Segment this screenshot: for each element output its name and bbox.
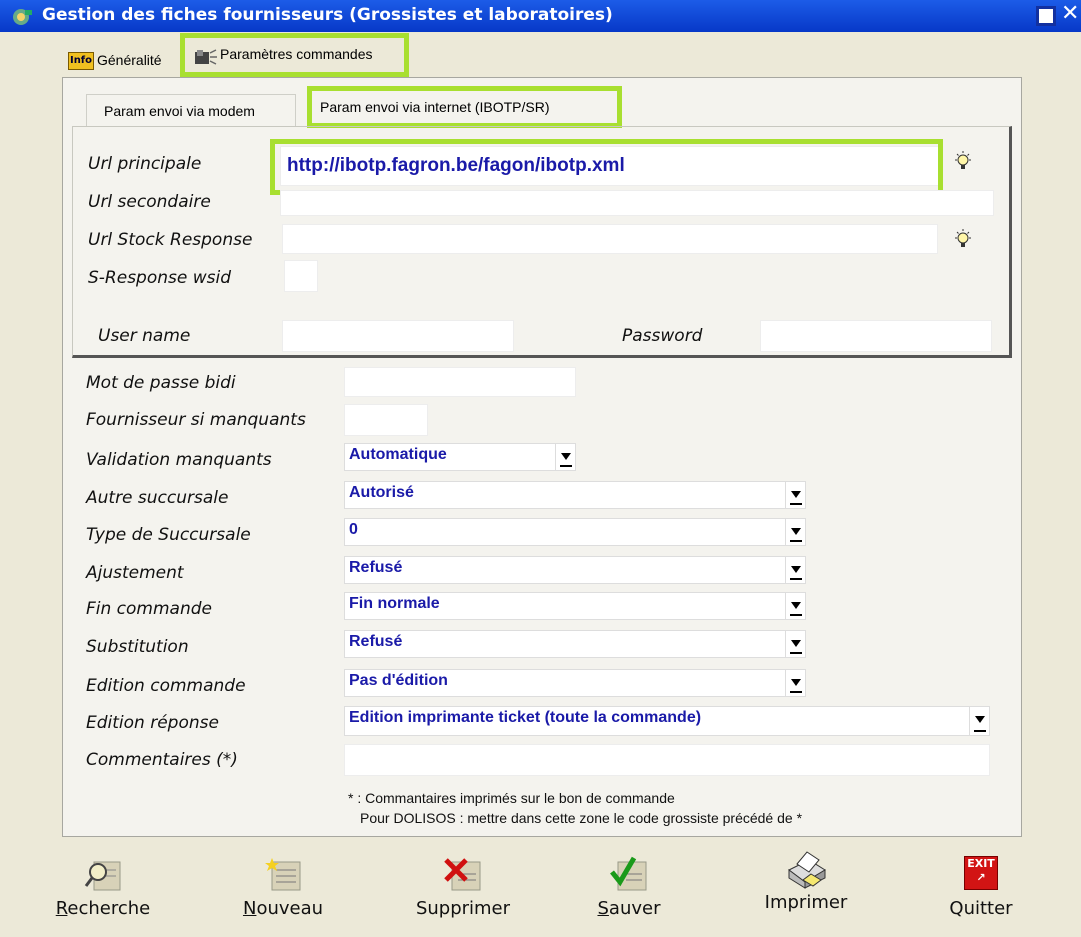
url-stock-label: Url Stock Response bbox=[88, 230, 253, 250]
fin-value: Fin normale bbox=[349, 595, 440, 612]
quitter-button[interactable]: EXIT ↗ Quitter bbox=[918, 856, 1044, 926]
autre-label: Autre succursale bbox=[86, 488, 229, 508]
mot-de-passe-input[interactable] bbox=[344, 367, 576, 397]
app-icon bbox=[10, 7, 34, 27]
exit-icon: EXIT ↗ bbox=[964, 856, 998, 890]
password-input[interactable] bbox=[760, 320, 992, 352]
nouveau-label: Nouveau bbox=[242, 898, 324, 919]
recherche-button[interactable]: Recherche bbox=[40, 856, 166, 926]
chevron-down-icon[interactable] bbox=[785, 593, 805, 619]
ajustement-select[interactable]: Refusé bbox=[344, 556, 806, 584]
window-title: Gestion des fiches fournisseurs (Grossis… bbox=[42, 5, 613, 25]
autre-value: Autorisé bbox=[349, 484, 414, 501]
edition-commande-label: Edition commande bbox=[86, 676, 246, 696]
url-stock-input[interactable] bbox=[282, 224, 938, 254]
delete-icon bbox=[442, 856, 484, 892]
chevron-down-icon[interactable] bbox=[969, 707, 989, 735]
username-input[interactable] bbox=[282, 320, 514, 352]
validation-select[interactable]: Automatique bbox=[344, 443, 576, 471]
supprimer-button[interactable]: Supprimer bbox=[400, 856, 526, 926]
sauver-button[interactable]: Sauver bbox=[566, 856, 692, 926]
edition-reponse-value: Edition imprimante ticket (toute la comm… bbox=[349, 709, 702, 726]
commentaires-input[interactable] bbox=[344, 744, 990, 776]
type-value: 0 bbox=[349, 521, 358, 538]
edition-commande-value: Pas d'édition bbox=[349, 672, 448, 689]
edition-reponse-label: Edition réponse bbox=[86, 713, 219, 733]
printer-icon bbox=[783, 850, 829, 890]
substitution-value: Refusé bbox=[349, 633, 403, 650]
fin-label: Fin commande bbox=[86, 599, 212, 619]
close-button[interactable]: ✕ bbox=[1061, 1, 1079, 26]
recherche-label: Recherche bbox=[55, 898, 151, 919]
password-label: Password bbox=[622, 326, 703, 346]
lightbulb-icon[interactable] bbox=[952, 228, 974, 252]
chevron-down-icon[interactable] bbox=[785, 519, 805, 545]
info-icon: Info bbox=[68, 52, 94, 70]
substitution-select[interactable]: Refusé bbox=[344, 630, 806, 658]
highlight-tab-internet bbox=[307, 86, 622, 128]
username-label: User name bbox=[98, 326, 191, 346]
autre-select[interactable]: Autorisé bbox=[344, 481, 806, 509]
supprimer-label: Supprimer bbox=[415, 898, 511, 919]
maximize-button[interactable] bbox=[1036, 6, 1056, 26]
substitution-label: Substitution bbox=[86, 637, 189, 657]
edition-commande-select[interactable]: Pas d'édition bbox=[344, 669, 806, 697]
ajustement-label: Ajustement bbox=[86, 563, 184, 583]
validation-value: Automatique bbox=[349, 446, 447, 463]
commentaires-label: Commentaires (*) bbox=[86, 750, 238, 770]
highlight-url-principale bbox=[270, 139, 943, 195]
sresponse-input[interactable] bbox=[284, 260, 318, 292]
imprimer-button[interactable]: Imprimer bbox=[743, 851, 869, 926]
url-secondaire-input[interactable] bbox=[280, 190, 994, 216]
tab-via-modem[interactable]: Param envoi via modem bbox=[86, 94, 296, 126]
lightbulb-icon[interactable] bbox=[952, 150, 974, 174]
ajustement-value: Refusé bbox=[349, 559, 403, 576]
tab-via-modem-label: Param envoi via modem bbox=[104, 103, 255, 119]
search-icon bbox=[82, 856, 124, 892]
mot-de-passe-label: Mot de passe bidi bbox=[86, 373, 236, 393]
save-check-icon bbox=[608, 856, 650, 892]
tab-generalite[interactable]: Info Généralité bbox=[64, 46, 184, 76]
chevron-down-icon[interactable] bbox=[785, 557, 805, 583]
nouveau-button[interactable]: Nouveau bbox=[220, 856, 346, 926]
sresponse-label: S-Response wsid bbox=[88, 268, 232, 288]
fournisseur-input[interactable] bbox=[344, 404, 428, 436]
fin-select[interactable]: Fin normale bbox=[344, 592, 806, 620]
chevron-down-icon[interactable] bbox=[785, 482, 805, 508]
quitter-label: Quitter bbox=[949, 898, 1013, 919]
url-principale-label: Url principale bbox=[88, 154, 202, 174]
imprimer-label: Imprimer bbox=[764, 892, 848, 913]
url-secondaire-label: Url secondaire bbox=[88, 192, 211, 212]
note-line-1: * : Commantaires imprimés sur le bon de … bbox=[348, 790, 675, 806]
fournisseur-label: Fournisseur si manquants bbox=[86, 410, 306, 430]
chevron-down-icon[interactable] bbox=[555, 444, 575, 470]
sauver-label: Sauver bbox=[597, 898, 661, 919]
note-line-2: Pour DOLISOS : mettre dans cette zone le… bbox=[360, 810, 803, 826]
type-select[interactable]: 0 bbox=[344, 518, 806, 546]
type-label: Type de Succursale bbox=[86, 525, 251, 545]
tab-generalite-label: Généralité bbox=[97, 52, 162, 68]
new-document-icon bbox=[262, 856, 304, 892]
chevron-down-icon[interactable] bbox=[785, 631, 805, 657]
validation-label: Validation manquants bbox=[86, 450, 272, 470]
chevron-down-icon[interactable] bbox=[785, 670, 805, 696]
edition-reponse-select[interactable]: Edition imprimante ticket (toute la comm… bbox=[344, 706, 990, 736]
highlight-tab-parametres bbox=[180, 33, 409, 77]
